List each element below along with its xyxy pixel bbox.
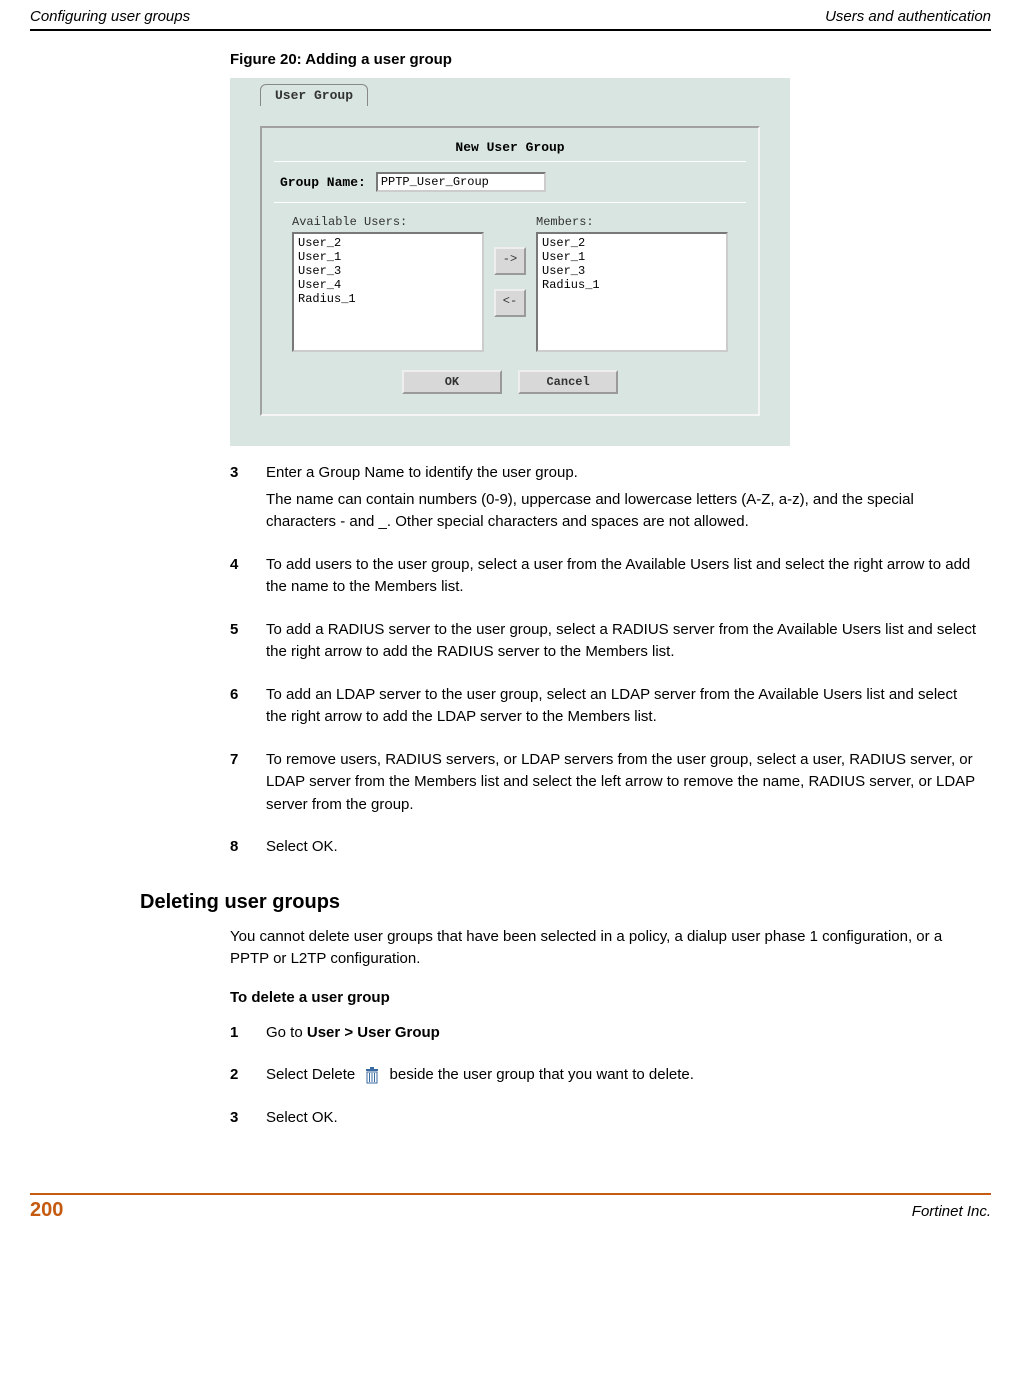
members-label: Members: — [536, 215, 728, 229]
list-item[interactable]: User_2 — [298, 236, 478, 250]
list-item[interactable]: User_3 — [542, 264, 722, 278]
group-name-input[interactable]: PPTP_User_Group — [376, 172, 546, 192]
step: 1 Go to User > User Group — [230, 1022, 981, 1049]
step: 7 To remove users, RADIUS servers, or LDA… — [230, 749, 981, 821]
step-body: Go to User > User Group — [266, 1022, 981, 1049]
step-body: To add a RADIUS server to the user group… — [266, 619, 981, 668]
header-left: Configuring user groups — [30, 8, 190, 25]
available-users-list[interactable]: User_2User_1User_3User_4Radius_1 — [292, 232, 484, 352]
step-number: 6 — [230, 684, 244, 733]
available-users-label: Available Users: — [292, 215, 484, 229]
tab-user-group[interactable]: User Group — [260, 84, 368, 106]
step-body: To add an LDAP server to the user group,… — [266, 684, 981, 733]
header-rule — [30, 29, 991, 31]
step-number: 8 — [230, 836, 244, 863]
header-right: Users and authentication — [825, 8, 991, 25]
step: 6 To add an LDAP server to the user group… — [230, 684, 981, 733]
step: 4 To add users to the user group, select … — [230, 554, 981, 603]
list-item[interactable]: Radius_1 — [542, 278, 722, 292]
move-left-button[interactable]: <- — [494, 289, 526, 317]
list-item[interactable]: Radius_1 — [298, 292, 478, 306]
trash-icon — [363, 1066, 381, 1084]
list-item[interactable]: User_4 — [298, 278, 478, 292]
step: 2 Select Delete beside the user group tha… — [230, 1064, 981, 1091]
step: 3 Select OK. — [230, 1107, 981, 1134]
subhead-to-delete: To delete a user group — [230, 989, 981, 1006]
step-body: To add users to the user group, select a… — [266, 554, 981, 603]
page-number: 200 — [30, 1199, 63, 1222]
move-right-button[interactable]: -> — [494, 247, 526, 275]
list-item[interactable]: User_3 — [298, 264, 478, 278]
figure-screenshot: User Group New User Group Group Name: PP… — [230, 78, 790, 446]
cancel-button[interactable]: Cancel — [518, 370, 618, 394]
list-item[interactable]: User_1 — [298, 250, 478, 264]
group-name-label: Group Name: — [274, 175, 366, 190]
step-number: 1 — [230, 1022, 244, 1049]
list-item[interactable]: User_1 — [542, 250, 722, 264]
step-body: Select OK. — [266, 1107, 981, 1134]
section-heading-deleting-user-groups: Deleting user groups — [140, 891, 981, 914]
step: 5 To add a RADIUS server to the user grou… — [230, 619, 981, 668]
section-intro: You cannot delete user groups that have … — [230, 926, 981, 971]
footer-company: Fortinet Inc. — [912, 1203, 991, 1220]
step: 8 Select OK. — [230, 836, 981, 863]
list-item[interactable]: User_2 — [542, 236, 722, 250]
step-body: To remove users, RADIUS servers, or LDAP… — [266, 749, 981, 821]
step-number: 7 — [230, 749, 244, 821]
step-number: 3 — [230, 1107, 244, 1134]
step-number: 2 — [230, 1064, 244, 1091]
step-number: 4 — [230, 554, 244, 603]
step-body: Enter a Group Name to identify the user … — [266, 462, 981, 538]
members-list[interactable]: User_2User_1User_3Radius_1 — [536, 232, 728, 352]
figure-caption: Figure 20: Adding a user group — [230, 51, 981, 68]
step-number: 5 — [230, 619, 244, 668]
ok-button[interactable]: OK — [402, 370, 502, 394]
step-body: Select OK. — [266, 836, 981, 863]
panel-title: New User Group — [274, 140, 746, 162]
step-number: 3 — [230, 462, 244, 538]
step-body: Select Delete beside the user group that… — [266, 1064, 981, 1091]
step: 3 Enter a Group Name to identify the user… — [230, 462, 981, 538]
